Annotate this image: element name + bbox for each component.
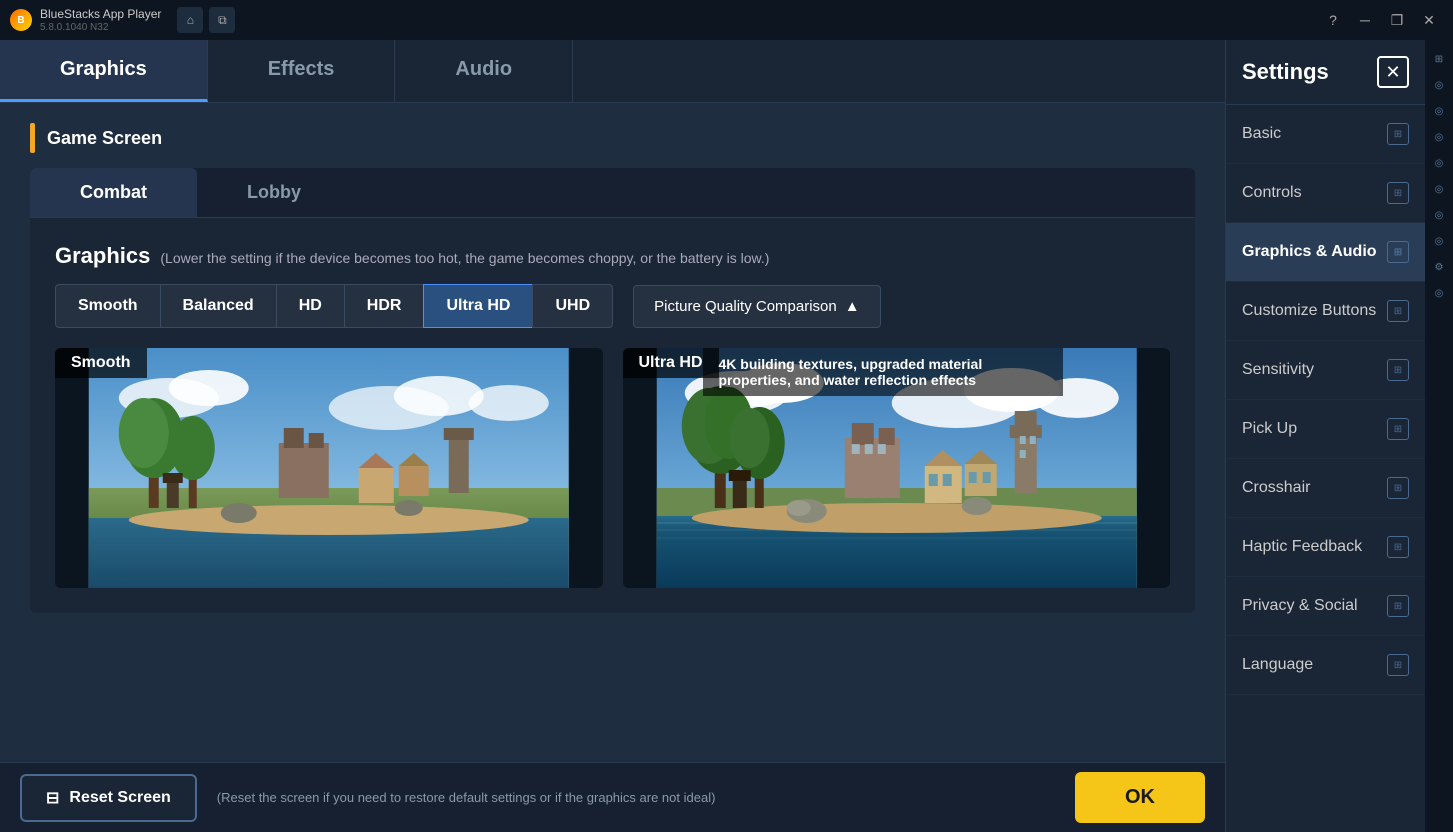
reset-icon: ⊟ <box>46 788 59 808</box>
content-area: Graphics (Lower the setting if the devic… <box>30 218 1195 613</box>
home-button[interactable]: ⌂ <box>177 7 203 33</box>
sidebar-item-haptic-feedback[interactable]: Haptic Feedback ⊞ <box>1226 518 1425 577</box>
bottom-bar: ⊟ Reset Screen (Reset the screen if you … <box>0 762 1225 832</box>
strip-btn-9[interactable]: ◎ <box>1428 282 1450 304</box>
strip-btn-7[interactable]: ◎ <box>1428 230 1450 252</box>
sidebar-item-privacy-social-label: Privacy & Social <box>1242 597 1358 615</box>
right-sidebar: Settings ✕ Basic ⊞ Controls ⊞ Graphics &… <box>1225 40 1425 832</box>
minimize-button[interactable]: ─ <box>1351 6 1379 34</box>
sub-tab-lobby[interactable]: Lobby <box>197 168 351 217</box>
sidebar-item-haptic-feedback-label: Haptic Feedback <box>1242 538 1362 556</box>
sidebar-item-pick-up-label: Pick Up <box>1242 420 1297 438</box>
sidebar-item-graphics-audio[interactable]: Graphics & Audio ⊞ <box>1226 223 1425 282</box>
section-bar <box>30 123 35 153</box>
reset-hint: (Reset the screen if you need to restore… <box>217 790 1055 805</box>
logo-text: B <box>17 15 24 26</box>
quality-buttons: Smooth Balanced HD HDR Ultra HD UHD Pict… <box>55 284 1170 328</box>
sidebar-item-controls-label: Controls <box>1242 184 1302 202</box>
tab-effects[interactable]: Effects <box>208 40 396 102</box>
quality-ultra-hd[interactable]: Ultra HD <box>423 284 532 328</box>
quality-balanced[interactable]: Balanced <box>160 284 276 328</box>
graphics-label-row: Graphics (Lower the setting if the devic… <box>55 243 1170 269</box>
strip-btn-5[interactable]: ◎ <box>1428 178 1450 200</box>
app-logo: B <box>10 9 32 31</box>
graphics-hint: (Lower the setting if the device becomes… <box>160 250 769 266</box>
sidebar-item-basic[interactable]: Basic ⊞ <box>1226 105 1425 164</box>
sidebar-item-customize-buttons[interactable]: Customize Buttons ⊞ <box>1226 282 1425 341</box>
ok-button[interactable]: OK <box>1075 772 1205 823</box>
top-tabs: Graphics Effects Audio <box>0 40 1225 103</box>
section-title: Game Screen <box>47 128 162 149</box>
sidebar-item-sensitivity-icon: ⊞ <box>1387 359 1409 381</box>
sidebar-item-privacy-social[interactable]: Privacy & Social ⊞ <box>1226 577 1425 636</box>
sidebar-item-pick-up-icon: ⊞ <box>1387 418 1409 440</box>
preview-smooth-label: Smooth <box>55 348 147 378</box>
picture-quality-label: Picture Quality Comparison <box>654 298 837 315</box>
close-button[interactable]: ✕ <box>1415 6 1443 34</box>
sidebar-item-basic-icon: ⊞ <box>1387 123 1409 145</box>
quality-uhd[interactable]: UHD <box>532 284 613 328</box>
sub-tab-combat[interactable]: Combat <box>30 168 197 217</box>
sidebar-close-icon: ✕ <box>1385 62 1400 83</box>
panel-body: Game Screen Combat Lobby Graphics (Lower… <box>0 103 1225 762</box>
sidebar-item-basic-label: Basic <box>1242 125 1281 143</box>
sidebar-item-controls-icon: ⊞ <box>1387 182 1409 204</box>
strip-btn-8[interactable]: ⚙ <box>1428 256 1450 278</box>
sidebar-item-language[interactable]: Language ⊞ <box>1226 636 1425 695</box>
settings-panel: Graphics Effects Audio Game Screen Comba… <box>0 40 1225 832</box>
reset-screen-button[interactable]: ⊟ Reset Screen <box>20 774 197 822</box>
strip-btn-6[interactable]: ◎ <box>1428 204 1450 226</box>
tab-audio[interactable]: Audio <box>395 40 573 102</box>
app-name: BlueStacks App Player <box>40 7 161 21</box>
help-button[interactable]: ? <box>1319 6 1347 34</box>
sidebar-item-graphics-audio-label: Graphics & Audio <box>1242 243 1377 261</box>
scene-smooth-svg <box>55 348 603 588</box>
sidebar-item-sensitivity-label: Sensitivity <box>1242 361 1314 379</box>
section-header: Game Screen <box>30 123 1195 153</box>
far-right-strip: ⊞ ◎ ◎ ◎ ◎ ◎ ◎ ◎ ⚙ ◎ <box>1425 40 1453 832</box>
restore-button[interactable]: ❐ <box>1383 6 1411 34</box>
picture-quality-comparison-button[interactable]: Picture Quality Comparison ▲ <box>633 285 880 328</box>
sidebar-title: Settings <box>1242 59 1329 85</box>
preview-smooth: Smooth <box>55 348 603 588</box>
sidebar-close-button[interactable]: ✕ <box>1377 56 1409 88</box>
sidebar-header: Settings ✕ <box>1226 40 1425 105</box>
sidebar-item-customize-buttons-icon: ⊞ <box>1387 300 1409 322</box>
graphics-title: Graphics <box>55 243 150 269</box>
sidebar-item-haptic-feedback-icon: ⊞ <box>1387 536 1409 558</box>
strip-btn-4[interactable]: ◎ <box>1428 152 1450 174</box>
sidebar-item-customize-buttons-label: Customize Buttons <box>1242 302 1376 320</box>
sidebar-items: Basic ⊞ Controls ⊞ Graphics & Audio ⊞ Cu… <box>1226 105 1425 832</box>
preview-ultra-hd: Ultra HD 4K building textures, upgraded … <box>623 348 1171 588</box>
sub-tabs: Combat Lobby <box>30 168 1195 218</box>
picture-quality-icon: ▲ <box>845 298 860 315</box>
sidebar-item-pick-up[interactable]: Pick Up ⊞ <box>1226 400 1425 459</box>
strip-btn-0[interactable]: ⊞ <box>1428 48 1450 70</box>
quality-hdr[interactable]: HDR <box>344 284 424 328</box>
layers-button[interactable]: ⧉ <box>209 7 235 33</box>
sidebar-item-privacy-social-icon: ⊞ <box>1387 595 1409 617</box>
sidebar-item-crosshair-icon: ⊞ <box>1387 477 1409 499</box>
sidebar-item-controls[interactable]: Controls ⊞ <box>1226 164 1425 223</box>
sidebar-item-crosshair-label: Crosshair <box>1242 479 1310 497</box>
sidebar-item-language-icon: ⊞ <box>1387 654 1409 676</box>
sidebar-item-graphics-audio-icon: ⊞ <box>1387 241 1409 263</box>
app-version: 5.8.0.1040 N32 <box>40 22 161 33</box>
reset-label: Reset Screen <box>69 789 170 807</box>
main-content: Graphics Effects Audio Game Screen Comba… <box>0 40 1453 832</box>
strip-btn-1[interactable]: ◎ <box>1428 74 1450 96</box>
strip-btn-3[interactable]: ◎ <box>1428 126 1450 148</box>
sidebar-item-crosshair[interactable]: Crosshair ⊞ <box>1226 459 1425 518</box>
quality-smooth[interactable]: Smooth <box>55 284 160 328</box>
preview-ultra-hd-description: 4K building textures, upgraded material … <box>703 348 1063 396</box>
strip-btn-2[interactable]: ◎ <box>1428 100 1450 122</box>
preview-row: Smooth <box>55 348 1170 588</box>
sidebar-item-language-label: Language <box>1242 656 1313 674</box>
tab-graphics[interactable]: Graphics <box>0 40 208 102</box>
sidebar-item-sensitivity[interactable]: Sensitivity ⊞ <box>1226 341 1425 400</box>
titlebar: B BlueStacks App Player 5.8.0.1040 N32 ⌂… <box>0 0 1453 40</box>
quality-hd[interactable]: HD <box>276 284 344 328</box>
